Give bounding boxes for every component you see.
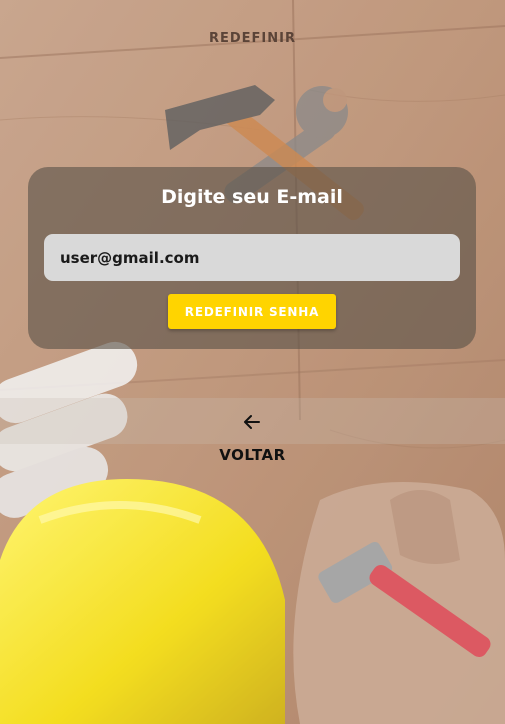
reset-password-button[interactable]: REDEFINIR SENHA <box>168 294 336 329</box>
email-field[interactable] <box>44 234 460 281</box>
reset-card: Digite seu E-mail REDEFINIR SENHA <box>28 167 476 349</box>
card-title: Digite seu E-mail <box>161 186 343 208</box>
arrow-left-icon[interactable] <box>240 410 264 434</box>
back-button[interactable]: VOLTAR <box>0 446 505 464</box>
reset-password-screen: REDEFINIR Digite seu E-mail REDEFINIR SE… <box>0 0 505 724</box>
background-image <box>0 0 505 724</box>
page-title: REDEFINIR <box>208 31 296 46</box>
